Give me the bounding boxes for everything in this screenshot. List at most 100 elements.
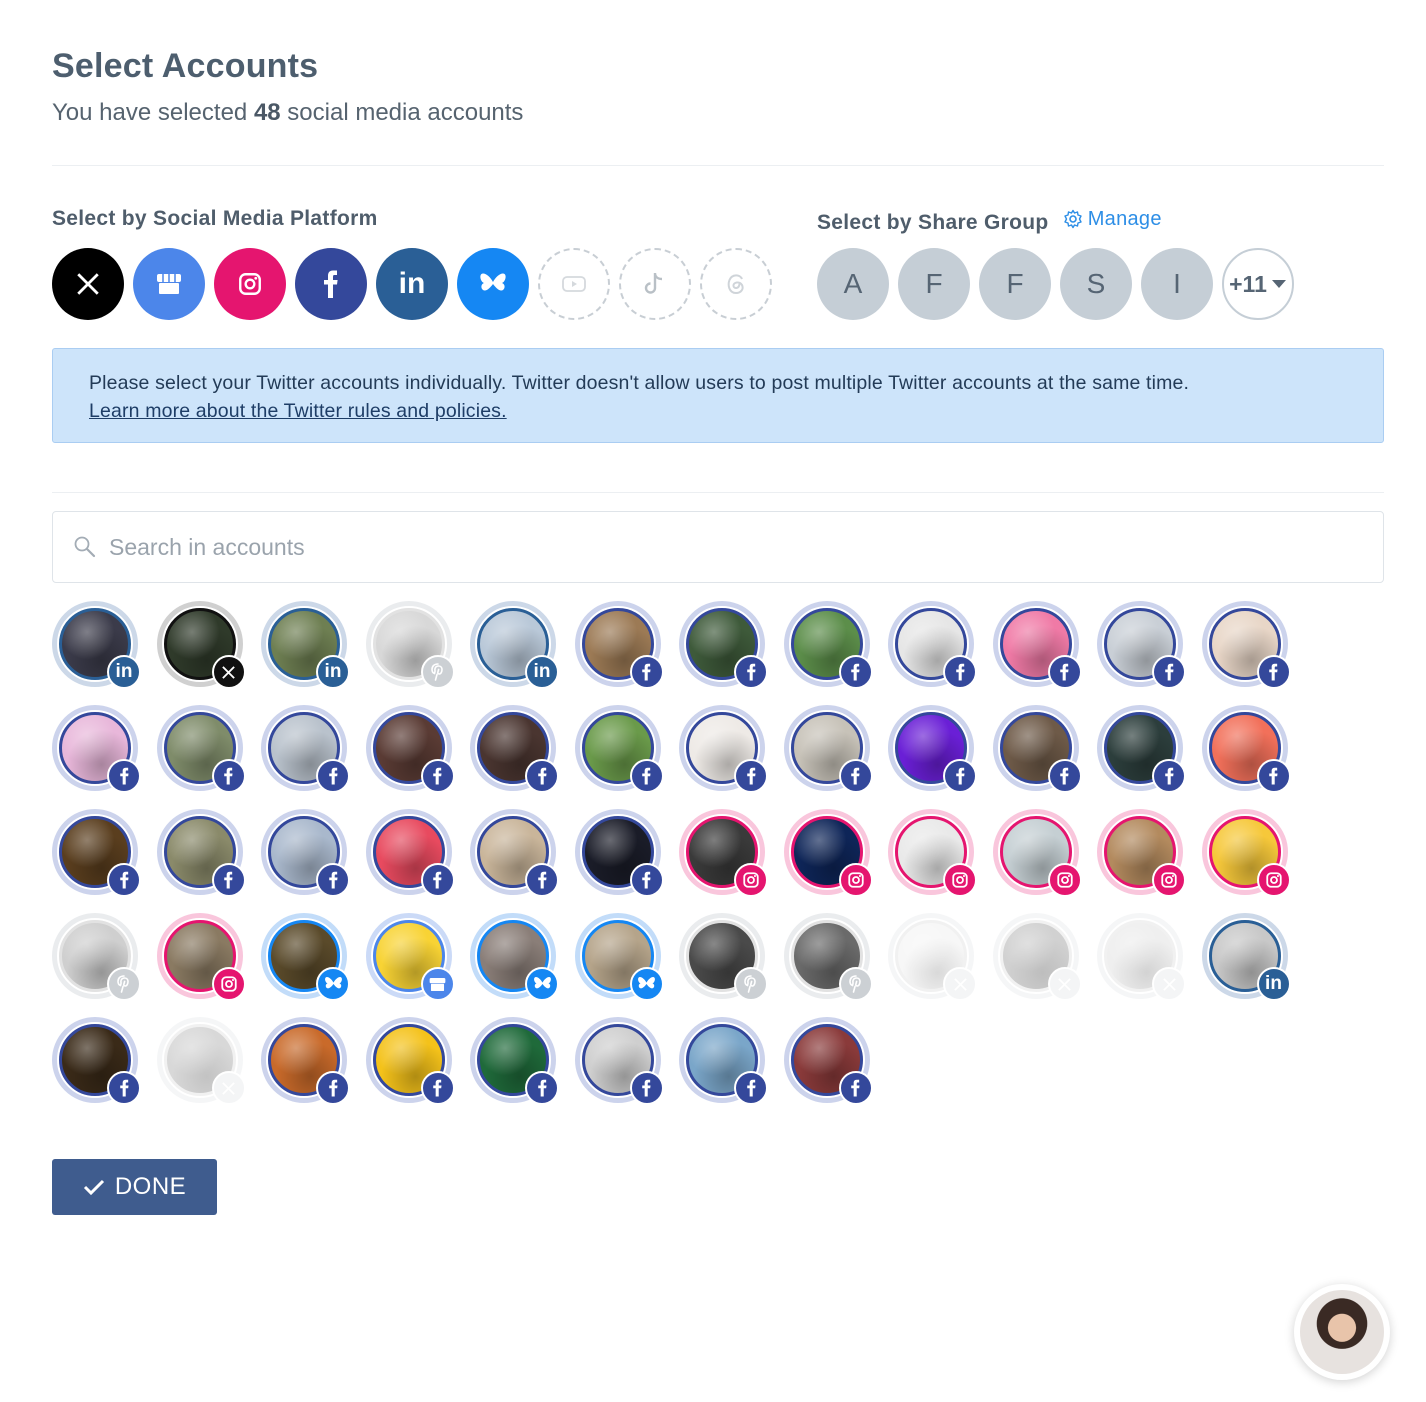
account-avatar-15[interactable] <box>261 705 350 793</box>
account-avatar-36[interactable] <box>1201 809 1291 897</box>
instagram-badge-icon <box>1256 863 1291 897</box>
instagram-icon <box>239 273 261 295</box>
platform-tiktok-button[interactable] <box>619 248 691 320</box>
platform-instagram-button[interactable] <box>214 248 286 320</box>
platform-heading: Select by Social Media Platform <box>52 207 378 230</box>
platform-youtube-button[interactable] <box>538 248 610 320</box>
account-avatar-55[interactable] <box>679 1017 768 1105</box>
account-avatar-51[interactable] <box>261 1017 350 1105</box>
linkedin-badge-icon: in <box>107 655 141 689</box>
platform-facebook-button[interactable] <box>295 248 367 320</box>
search-input[interactable] <box>109 533 1309 561</box>
account-avatar-53[interactable] <box>470 1017 559 1105</box>
account-avatar-44[interactable] <box>783 913 873 1001</box>
account-avatar-37[interactable] <box>52 913 141 1001</box>
account-avatar-13[interactable] <box>52 705 141 793</box>
search-icon <box>74 536 96 558</box>
twitter-info-alert: Please select your Twitter accounts indi… <box>52 348 1384 443</box>
account-avatar-27[interactable] <box>261 809 350 897</box>
account-avatar-48[interactable]: in <box>1201 913 1291 1001</box>
account-avatar-31[interactable] <box>679 809 768 897</box>
selected-count: 48 <box>253 99 281 126</box>
facebook-badge-icon <box>107 759 141 793</box>
account-avatar-9[interactable] <box>888 601 977 689</box>
account-avatar-43[interactable] <box>679 913 768 1001</box>
account-avatar-56[interactable] <box>783 1017 873 1105</box>
account-avatar-28[interactable] <box>365 809 455 897</box>
account-avatar-42[interactable] <box>574 913 664 1001</box>
instagram-badge-icon <box>1152 863 1186 897</box>
account-avatar-26[interactable] <box>156 809 246 897</box>
twitter-rules-link[interactable]: Learn more about the Twitter rules and p… <box>89 397 1347 425</box>
facebook-badge-icon <box>211 759 246 793</box>
account-avatar-34[interactable] <box>992 809 1082 897</box>
manage-label: Manage <box>1087 208 1162 230</box>
pinterest-badge-icon <box>420 655 455 689</box>
account-avatar-33[interactable] <box>888 809 977 897</box>
share-group-i[interactable]: I <box>1141 248 1213 320</box>
account-avatar-41[interactable] <box>470 913 559 1001</box>
linkedin-icon: in <box>398 267 426 300</box>
account-avatar-22[interactable] <box>992 705 1082 793</box>
facebook-badge-icon <box>734 655 768 689</box>
account-avatar-20[interactable] <box>783 705 873 793</box>
account-avatar-7[interactable] <box>679 601 768 689</box>
selection-summary: You have selected 48 social media accoun… <box>52 98 1384 128</box>
account-avatar-25[interactable] <box>52 809 141 897</box>
account-avatar-6[interactable] <box>574 601 664 689</box>
share-group-f[interactable]: F <box>898 248 970 320</box>
manage-groups-link[interactable]: Manage <box>1063 206 1162 232</box>
support-chat-button[interactable] <box>1294 1284 1390 1380</box>
bluesky-badge-icon <box>629 967 664 1001</box>
linkedin-badge-icon: in <box>525 655 559 689</box>
account-avatar-35[interactable] <box>1097 809 1186 897</box>
facebook-icon <box>324 270 338 298</box>
more-groups-dropdown[interactable]: +11 <box>1222 248 1294 320</box>
account-avatar-11[interactable] <box>1097 601 1186 689</box>
account-avatar-49[interactable] <box>52 1017 141 1105</box>
platform-threads-button[interactable] <box>700 248 772 320</box>
done-button[interactable]: DONE <box>52 1159 217 1215</box>
platform-bluesky-button[interactable] <box>457 248 529 320</box>
account-avatar-54[interactable] <box>574 1017 664 1105</box>
account-avatar-16[interactable] <box>365 705 455 793</box>
done-label: DONE <box>114 1173 187 1200</box>
platform-google-business-button[interactable] <box>133 248 205 320</box>
pinterest-badge-icon <box>838 967 873 1001</box>
account-avatar-38[interactable] <box>156 913 246 1001</box>
account-avatar-19[interactable] <box>679 705 768 793</box>
platform-x-button[interactable] <box>52 248 124 320</box>
account-avatar-18[interactable] <box>574 705 664 793</box>
google-business-badge-icon <box>420 967 455 1001</box>
facebook-badge-icon <box>943 655 977 689</box>
instagram-badge-icon <box>1047 863 1082 897</box>
facebook-badge-icon <box>629 863 664 897</box>
account-avatar-3[interactable]: in <box>261 601 350 689</box>
facebook-badge-icon <box>420 863 455 897</box>
account-avatar-40[interactable] <box>365 913 455 1001</box>
share-group-s[interactable]: S <box>1060 248 1132 320</box>
account-avatar-8[interactable] <box>783 601 873 689</box>
platform-selector: Select by Social Media Platform in <box>52 206 812 320</box>
account-avatar-4[interactable] <box>365 601 455 689</box>
account-avatar-17[interactable] <box>470 705 559 793</box>
x-badge-icon <box>943 967 977 1001</box>
account-avatar-30[interactable] <box>574 809 664 897</box>
account-avatar-5[interactable]: in <box>470 601 559 689</box>
account-avatar-52[interactable] <box>365 1017 455 1105</box>
share-group-f-2[interactable]: F <box>979 248 1051 320</box>
account-avatar-14[interactable] <box>156 705 246 793</box>
account-avatar-24[interactable] <box>1201 705 1291 793</box>
search-divider <box>52 492 1384 493</box>
account-avatar-2[interactable] <box>156 601 246 689</box>
account-avatar-12[interactable] <box>1201 601 1291 689</box>
account-avatar-39[interactable] <box>261 913 350 1001</box>
account-avatar-32[interactable] <box>783 809 873 897</box>
account-avatar-21[interactable] <box>888 705 977 793</box>
account-avatar-23[interactable] <box>1097 705 1186 793</box>
share-group-a[interactable]: A <box>817 248 889 320</box>
account-avatar-10[interactable] <box>992 601 1082 689</box>
account-avatar-29[interactable] <box>470 809 559 897</box>
platform-linkedin-button[interactable]: in <box>376 248 448 320</box>
account-avatar-1[interactable]: in <box>52 601 141 689</box>
